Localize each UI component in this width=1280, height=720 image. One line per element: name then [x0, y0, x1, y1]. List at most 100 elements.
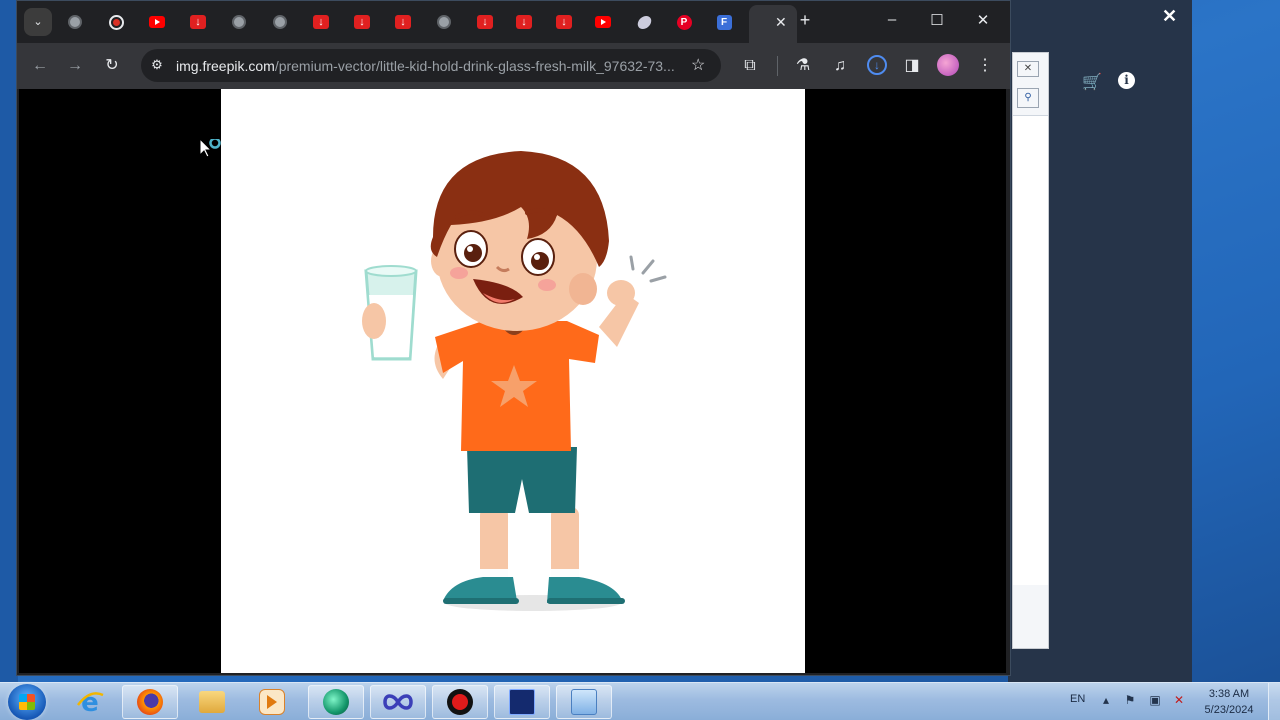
- avatar[interactable]: [937, 54, 959, 76]
- show-desktop-button[interactable]: [1268, 683, 1280, 720]
- download-icon: ↓: [190, 15, 206, 29]
- show-hidden-icons-chevron-icon[interactable]: ▴: [1098, 693, 1114, 707]
- globe-icon: [68, 15, 82, 29]
- taskbar-control-panel[interactable]: [556, 685, 612, 719]
- site-settings-icon[interactable]: ⚙: [149, 57, 165, 73]
- tab-download-1[interactable]: ↓: [186, 10, 210, 34]
- docs-icon: F: [716, 14, 732, 30]
- clock-time: 3:38 AM: [1208, 688, 1250, 700]
- address-bar[interactable]: ⚙ img.freepik.com/premium-vector/little-…: [141, 49, 721, 82]
- new-tab-button[interactable]: +: [793, 10, 817, 31]
- reload-button[interactable]: ↻: [101, 55, 123, 77]
- tab-youtube-2[interactable]: [591, 10, 615, 34]
- labs-flask-icon[interactable]: ⚗: [792, 55, 814, 77]
- browser-window: ⌄ ↓ ↓ ↓ ↓ ↓ ↓ ↓ P F ✕ + – ☐ ✕ ← → ↻ ⚙ im…: [16, 0, 1011, 676]
- tab-download-6[interactable]: ↓: [512, 10, 536, 34]
- media-player-icon: [259, 689, 285, 715]
- tab-download-2[interactable]: ↓: [309, 10, 333, 34]
- tab-download-4[interactable]: ↓: [391, 10, 415, 34]
- cursor-busy-icon: [200, 139, 221, 158]
- tab-download-7[interactable]: ↓: [552, 10, 576, 34]
- infinity-icon: [383, 694, 413, 710]
- tab-globe-1[interactable]: [63, 10, 87, 34]
- tab-record[interactable]: [104, 10, 128, 34]
- taskbar-browser-sphere[interactable]: [308, 685, 364, 719]
- youtube-icon: [149, 16, 165, 28]
- close-icon[interactable]: ✕: [1017, 61, 1039, 77]
- close-icon[interactable]: ✕: [775, 14, 787, 31]
- toolbar-divider: [777, 56, 778, 76]
- pinterest-icon: P: [676, 14, 692, 30]
- tab-youtube-1[interactable]: [145, 10, 169, 34]
- tab-pinterest[interactable]: P: [672, 10, 696, 34]
- download-icon: ↓: [516, 15, 532, 29]
- tab-active[interactable]: ✕: [749, 5, 797, 43]
- tab-globe-4[interactable]: [432, 10, 456, 34]
- url-text[interactable]: img.freepik.com/premium-vector/little-ki…: [176, 58, 688, 74]
- tab-cut[interactable]: [632, 10, 656, 34]
- download-icon: ↓: [556, 15, 572, 29]
- url-path: /premium-vector/little-kid-hold-drink-gl…: [274, 58, 675, 74]
- code-app-icon: [509, 689, 535, 715]
- youtube-icon: [595, 16, 611, 28]
- info-icon[interactable]: i: [1118, 72, 1135, 89]
- taskbar-internet-explorer[interactable]: e: [62, 685, 118, 719]
- forward-button[interactable]: →: [64, 55, 86, 77]
- main-image[interactable]: [221, 89, 805, 673]
- taskbar-record-app[interactable]: [432, 685, 488, 719]
- download-icon: ↓: [354, 15, 370, 29]
- back-button[interactable]: ←: [29, 55, 51, 77]
- download-icon: ↓: [313, 15, 329, 29]
- globe-icon: [273, 15, 287, 29]
- menu-kebab-icon[interactable]: ⋮: [974, 55, 996, 77]
- record-icon: [447, 689, 473, 715]
- extensions-icon[interactable]: ⧉: [739, 55, 761, 77]
- taskbar-firefox[interactable]: [122, 685, 178, 719]
- dialog-panel: [1013, 115, 1048, 585]
- background-dialog: ✕ ⚲: [1012, 52, 1049, 649]
- start-button[interactable]: [8, 684, 46, 720]
- volume-muted-icon[interactable]: ✕: [1171, 693, 1187, 707]
- kid-milk-illustration: [362, 151, 667, 611]
- tab-globe-3[interactable]: [268, 10, 292, 34]
- maximize-button[interactable]: ☐: [922, 11, 952, 29]
- network-icon[interactable]: ▣: [1147, 693, 1163, 707]
- tab-strip: ⌄ ↓ ↓ ↓ ↓ ↓ ↓ ↓ P F ✕ + – ☐ ✕: [17, 1, 1010, 43]
- minimize-button[interactable]: –: [877, 11, 907, 28]
- tab-download-5[interactable]: ↓: [473, 10, 497, 34]
- action-center-flag-icon[interactable]: ⚑: [1122, 693, 1138, 707]
- windows-logo-icon: [19, 694, 35, 710]
- globe-icon: [232, 15, 246, 29]
- taskbar-media-player[interactable]: [244, 685, 300, 719]
- search-icon[interactable]: ⚲: [1017, 88, 1039, 108]
- globe-icon: [437, 15, 451, 29]
- taskbar: e EN ▴ ⚑ ▣ ✕ 3:38 AM 5/23/2024: [0, 682, 1280, 720]
- taskbar-file-explorer[interactable]: [184, 685, 240, 719]
- close-icon[interactable]: ✕: [1162, 6, 1177, 27]
- media-queue-icon[interactable]: ♫: [829, 55, 851, 77]
- tab-search-button[interactable]: ⌄: [24, 8, 52, 36]
- folder-icon: [199, 691, 225, 713]
- cart-icon[interactable]: 🛒: [1082, 72, 1102, 92]
- side-panel-icon[interactable]: ◨: [901, 55, 923, 77]
- tab-docs[interactable]: F: [712, 10, 736, 34]
- page-viewport: [19, 89, 1006, 673]
- url-host: img.freepik.com: [176, 58, 275, 74]
- sphere-icon: [323, 689, 349, 715]
- cut-icon: [635, 15, 653, 29]
- close-window-button[interactable]: ✕: [968, 11, 998, 29]
- download-icon[interactable]: ↓: [867, 55, 887, 75]
- browser-toolbar: ← → ↻ ⚙ img.freepik.com/premium-vector/l…: [17, 43, 1010, 89]
- record-icon: [108, 14, 124, 30]
- bookmark-star-icon[interactable]: ☆: [691, 55, 705, 75]
- system-clock[interactable]: 3:38 AM 5/23/2024: [1196, 686, 1262, 718]
- control-panel-icon: [571, 689, 597, 715]
- language-indicator[interactable]: EN: [1070, 693, 1085, 705]
- tab-download-3[interactable]: ↓: [350, 10, 374, 34]
- tab-globe-2[interactable]: [227, 10, 251, 34]
- download-icon: ↓: [395, 15, 411, 29]
- clock-date: 5/23/2024: [1204, 704, 1254, 716]
- taskbar-code-app[interactable]: [494, 685, 550, 719]
- taskbar-infinity-app[interactable]: [370, 685, 426, 719]
- download-icon: ↓: [477, 15, 493, 29]
